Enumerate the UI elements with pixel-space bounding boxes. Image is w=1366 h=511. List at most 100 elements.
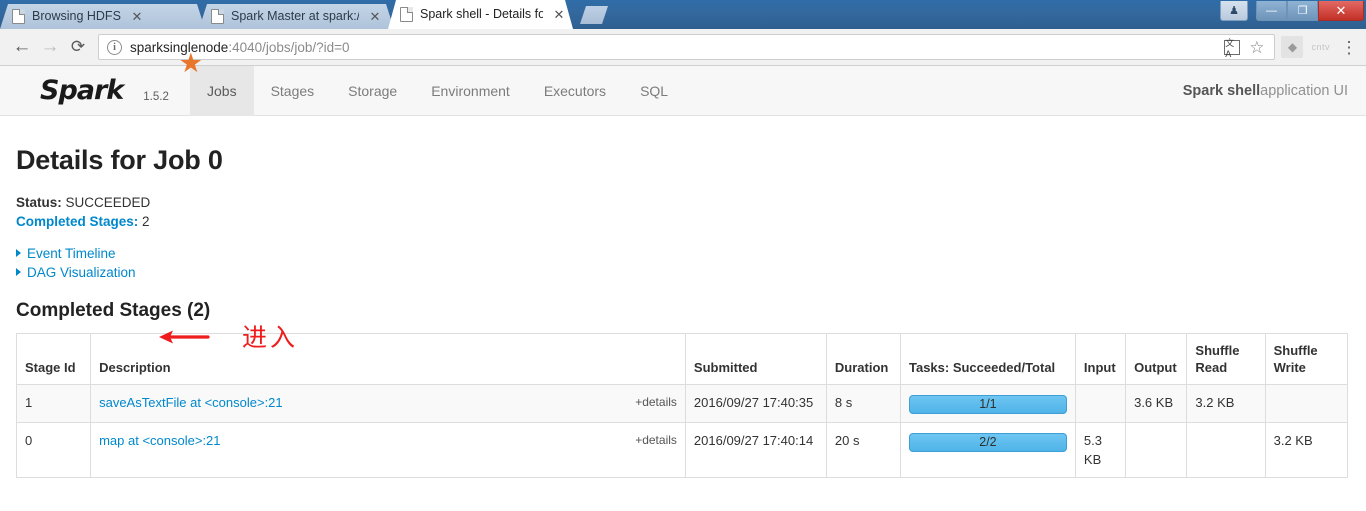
cell-duration: 20 s	[825, 422, 901, 478]
browser-tab-1[interactable]: Browsing HDFS ✕	[0, 4, 205, 29]
header-shuffle-read[interactable]: Shuffle Read	[1186, 333, 1266, 385]
minimize-button[interactable]: —	[1256, 1, 1287, 21]
page-icon	[400, 7, 413, 22]
header-input[interactable]: Input	[1074, 333, 1127, 385]
browser-toolbar: ← → ⟳ i sparksinglenode:4040/jobs/job/?i…	[0, 29, 1366, 66]
header-shuffle-write[interactable]: Shuffle Write	[1264, 333, 1349, 385]
tab-title: Browsing HDFS	[32, 9, 121, 23]
application-suffix: application UI	[1260, 82, 1348, 99]
cell-description: saveAsTextFile at <console>:21 +details	[90, 384, 686, 423]
bookmark-star-icon[interactable]: ☆	[1249, 39, 1264, 56]
application-name: Spark shell	[1182, 82, 1261, 99]
spark-logo[interactable]: Spark ★ 1.5.2	[0, 50, 203, 115]
back-icon[interactable]: ←	[8, 33, 36, 61]
table-row: 0 map at <console>:21 +details 2016/09/2…	[15, 422, 1349, 478]
user-profile-icon[interactable]: ♟	[1220, 1, 1248, 21]
header-tasks[interactable]: Tasks: Succeeded/Total	[899, 333, 1076, 385]
annotation-arrow-icon	[159, 330, 210, 344]
stage-description-link[interactable]: saveAsTextFile at <console>:21	[99, 395, 283, 410]
event-timeline-row: Event Timeline	[16, 244, 1350, 263]
extension-icon[interactable]: ◆	[1281, 36, 1304, 58]
completed-stages-line: Completed Stages: 2	[16, 212, 1350, 231]
browser-window: Browsing HDFS ✕ Spark Master at spark:/ …	[0, 0, 1366, 511]
tab-close-icon[interactable]: ✕	[129, 9, 145, 25]
tab-strip: Browsing HDFS ✕ Spark Master at spark:/ …	[0, 0, 567, 29]
nav-item-executors[interactable]: Executors	[527, 66, 623, 116]
table-body: 1 saveAsTextFile at <console>:21 +detail…	[15, 384, 1349, 478]
browser-tab-3[interactable]: Spark shell - Details for ✕	[388, 0, 573, 29]
cell-duration: 8 s	[825, 384, 901, 423]
header-output[interactable]: Output	[1125, 333, 1188, 385]
event-timeline-toggle[interactable]: Event Timeline	[16, 244, 116, 263]
dag-visualization-toggle[interactable]: DAG Visualization	[16, 263, 136, 282]
stage-description-link[interactable]: map at <console>:21	[99, 433, 220, 448]
application-ui-label: Spark shell application UI	[1183, 66, 1366, 115]
header-stage-id[interactable]: Stage Id	[15, 333, 92, 385]
status-label: Status:	[16, 195, 62, 210]
cell-submitted: 2016/09/27 17:40:35	[684, 384, 827, 423]
cell-shuffle-read	[1186, 422, 1266, 478]
table-header: Stage Id Description Submitted Duration …	[15, 333, 1349, 385]
forward-icon[interactable]: →	[36, 33, 64, 61]
window-controls: ♟ — ❐ ✕	[1220, 1, 1364, 21]
cell-shuffle-write: 3.2 KB	[1264, 422, 1349, 478]
translate-icon[interactable]: 文A	[1224, 38, 1241, 59]
dag-visualization-label: DAG Visualization	[27, 265, 136, 280]
page-icon	[12, 9, 25, 24]
header-duration[interactable]: Duration	[825, 333, 901, 385]
spark-wordmark-text: Spark	[40, 75, 124, 106]
nav-item-sql[interactable]: SQL	[623, 66, 685, 116]
nav-item-stages[interactable]: Stages	[254, 66, 332, 116]
spark-star-icon: ★	[178, 48, 203, 78]
new-tab-button[interactable]	[580, 6, 608, 24]
tab-title: Spark Master at spark:/	[231, 9, 359, 23]
browser-tab-2[interactable]: Spark Master at spark:/ ✕	[199, 4, 394, 29]
details-toggle[interactable]: +details	[635, 393, 677, 412]
tab-close-icon[interactable]: ✕	[551, 7, 567, 23]
close-window-button[interactable]: ✕	[1318, 1, 1364, 21]
completed-stages-table: Stage Id Description Submitted Duration …	[15, 333, 1349, 478]
address-bar[interactable]: i sparksinglenode:4040/jobs/job/?id=0 文A…	[98, 34, 1276, 60]
table-row: 1 saveAsTextFile at <console>:21 +detail…	[15, 384, 1349, 423]
cell-input	[1074, 384, 1127, 423]
cell-output	[1125, 422, 1188, 478]
cell-tasks: 2/2	[899, 422, 1076, 478]
cell-stage-id: 0	[15, 422, 92, 478]
maximize-button[interactable]: ❐	[1287, 1, 1318, 21]
cell-input: 5.3 KB	[1074, 422, 1127, 478]
tab-title: Spark shell - Details for	[420, 7, 543, 21]
completed-stages-value: 2	[138, 214, 150, 229]
site-info-icon[interactable]: i	[107, 39, 122, 55]
annotation-text: 进入	[242, 323, 299, 352]
spark-navbar: Spark ★ 1.5.2 Jobs Stages Storage Enviro…	[0, 50, 1366, 116]
header-submitted[interactable]: Submitted	[684, 333, 827, 385]
dag-visualization-row: DAG Visualization	[16, 263, 1350, 282]
chevron-right-icon	[16, 268, 21, 276]
page-title: Details for Job 0	[16, 145, 223, 175]
browser-menu-icon[interactable]: ⋮	[1340, 39, 1358, 56]
page-content: Details for Job 0 Status: SUCCEEDED Comp…	[0, 145, 1366, 478]
nav-item-environment[interactable]: Environment	[414, 66, 527, 116]
cell-tasks: 1/1	[899, 384, 1076, 423]
event-timeline-label: Event Timeline	[27, 246, 116, 261]
completed-stages-label[interactable]: Completed Stages:	[16, 214, 138, 229]
nav-item-storage[interactable]: Storage	[331, 66, 414, 116]
omnibox-actions: 文A ☆	[1224, 38, 1266, 59]
spark-nav-items: Jobs Stages Storage Environment Executor…	[190, 66, 685, 116]
reload-icon[interactable]: ⟳	[64, 33, 92, 61]
cell-description: map at <console>:21 +details	[90, 422, 686, 478]
browser-titlebar: Browsing HDFS ✕ Spark Master at spark:/ …	[0, 0, 1366, 29]
tab-close-icon[interactable]: ✕	[367, 9, 383, 25]
cell-stage-id: 1	[15, 384, 92, 423]
url-path: :4040/jobs/job/?id=0	[228, 39, 350, 55]
details-toggle[interactable]: +details	[635, 431, 677, 450]
page-icon	[211, 9, 224, 24]
progress-bar: 2/2	[908, 433, 1067, 452]
spark-ui-page: Spark ★ 1.5.2 Jobs Stages Storage Enviro…	[0, 50, 1366, 502]
cell-shuffle-read: 3.2 KB	[1186, 384, 1266, 423]
cell-submitted: 2016/09/27 17:40:14	[684, 422, 827, 478]
cell-output: 3.6 KB	[1125, 384, 1188, 423]
status-value: SUCCEEDED	[61, 195, 151, 210]
job-status-line: Status: SUCCEEDED	[16, 193, 1350, 212]
progress-bar: 1/1	[908, 395, 1067, 414]
